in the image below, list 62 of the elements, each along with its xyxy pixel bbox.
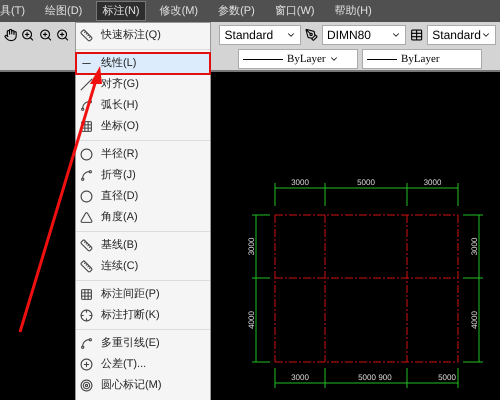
ruler-icon <box>80 239 93 252</box>
menu-item[interactable]: 标注(N) <box>96 1 146 21</box>
dropdown[interactable]: ByLayer <box>362 49 482 69</box>
curve-icon <box>80 169 93 182</box>
dimension-label: 5000 <box>438 373 456 382</box>
target-icon <box>80 379 93 392</box>
menu-item[interactable]: 标注打断(K) <box>76 305 210 326</box>
plus-circle-icon <box>80 358 93 371</box>
dimension-label: 3000 <box>291 373 309 382</box>
dimension-label: 3000 <box>424 178 442 187</box>
hand-icon[interactable] <box>4 28 18 42</box>
dimension-label: 5000 <box>358 373 376 382</box>
grid-icon <box>80 120 93 133</box>
menu-item[interactable]: 圆心标记(M) <box>76 375 210 396</box>
grid-icon <box>80 288 93 301</box>
zoom-icon[interactable] <box>56 28 70 42</box>
pen-icon[interactable] <box>304 28 318 42</box>
curve-icon <box>80 337 93 350</box>
ruler-icon <box>80 29 93 42</box>
zoom-icon[interactable] <box>38 28 52 42</box>
table-icon[interactable] <box>410 28 424 42</box>
dropdown[interactable]: Standard <box>427 25 496 45</box>
menu-item[interactable]: 对齐(G) <box>76 74 210 95</box>
menu-item[interactable]: 坐标(O) <box>76 116 210 137</box>
dropdown[interactable]: ByLayer <box>238 49 358 69</box>
menu-item[interactable]: 连续(C) <box>76 256 210 277</box>
dimension-label: 900 <box>378 373 392 382</box>
dropdown[interactable]: DIMN80 <box>322 25 406 45</box>
menu-item[interactable]: 弧长(H) <box>76 95 210 116</box>
menu-item[interactable]: 标注间距(P) <box>76 284 210 305</box>
slash-icon <box>80 78 93 91</box>
dimension-label: 4000 <box>470 311 479 329</box>
curve-icon <box>80 99 93 112</box>
menu-item[interactable]: 公差(T)... <box>76 354 210 375</box>
dimension-label: 4000 <box>247 311 256 329</box>
menu-item[interactable]: 帮助(H) <box>328 1 378 21</box>
dropdown[interactable]: Standard <box>219 25 301 45</box>
dimension-label: 5000 <box>357 178 375 187</box>
zoom-icon[interactable] <box>21 28 35 42</box>
line-sample <box>367 58 397 60</box>
menu-item[interactable]: 折弯(J) <box>76 165 210 186</box>
menu-item[interactable]: 线性(L) <box>76 53 210 74</box>
menu-item[interactable]: 参数(P) <box>212 1 261 21</box>
circle-icon <box>80 148 93 161</box>
menu-item[interactable]: 窗口(W) <box>268 1 320 21</box>
circle-icon <box>80 190 93 203</box>
triangle-icon <box>80 211 93 224</box>
menu-item[interactable]: 快速标注(Q) <box>76 25 210 46</box>
menu-item[interactable]: 角度(A) <box>76 207 210 228</box>
menu-item[interactable]: 直径(D) <box>76 186 210 207</box>
dimension-label: 3000 <box>291 178 309 187</box>
ruler-icon <box>80 260 93 273</box>
dimension-label: 3000 <box>470 238 479 256</box>
menu-item[interactable]: 半径(R) <box>76 144 210 165</box>
line-sample <box>243 58 283 60</box>
menu-item[interactable]: 具(T) <box>0 1 32 21</box>
menu-item[interactable]: 修改(M) <box>154 1 204 21</box>
dimension-label: 3000 <box>247 238 256 256</box>
menu-item[interactable]: 多重引线(E) <box>76 333 210 354</box>
crosshair-icon <box>80 309 93 322</box>
menu-item[interactable]: 基线(B) <box>76 235 210 256</box>
menu-item[interactable]: 绘图(D) <box>39 1 88 21</box>
